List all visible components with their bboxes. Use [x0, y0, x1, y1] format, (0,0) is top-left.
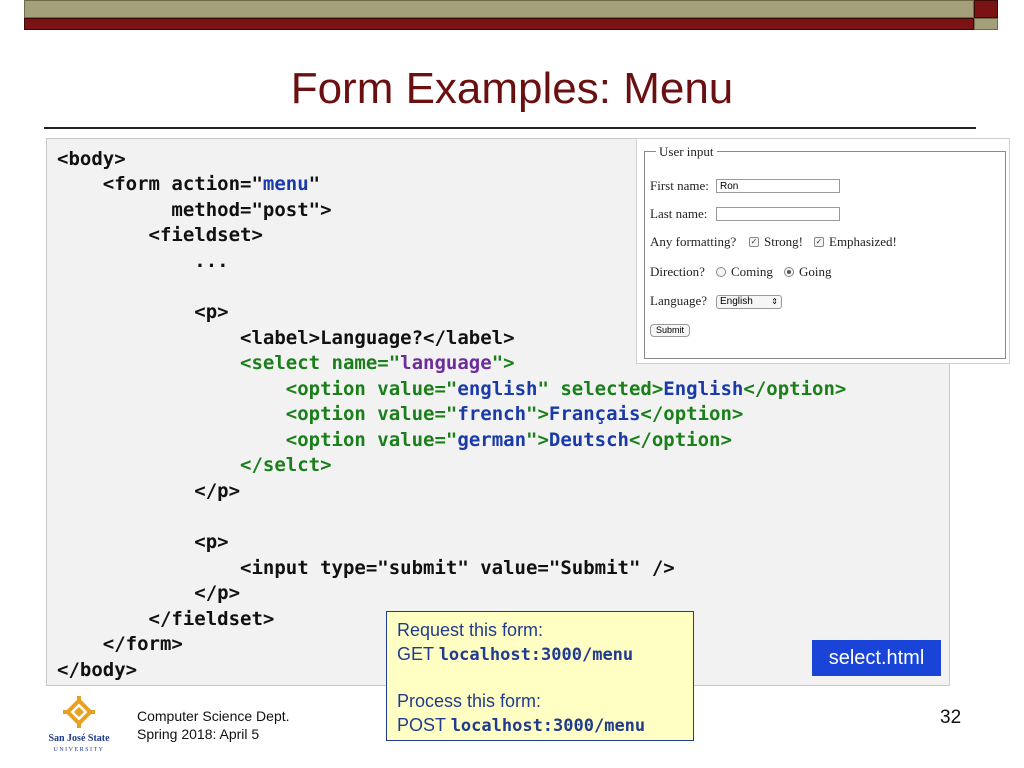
- coming-radio[interactable]: [716, 267, 726, 277]
- footer-term: Spring 2018: April 5: [137, 726, 260, 742]
- fieldset-legend: User input: [656, 144, 717, 160]
- code-line-10: <option value="french">Français</option>: [57, 403, 744, 425]
- first-name-label: First name:: [650, 178, 709, 193]
- sjsu-logo-icon: San José State UNIVERSITY: [48, 696, 110, 753]
- logo-text-line2: UNIVERSITY: [54, 747, 105, 753]
- language-select-value: English: [720, 296, 753, 307]
- code-line-16: </p>: [57, 582, 241, 604]
- language-select[interactable]: English ⇕: [716, 295, 782, 309]
- code-line-12: </selct>: [57, 454, 332, 476]
- code-line-19: </body>: [57, 659, 138, 681]
- code-line-17: </fieldset>: [57, 608, 275, 630]
- code-line-3: method="post">: [57, 199, 332, 221]
- file-name-badge: select.html: [812, 640, 941, 676]
- last-name-input[interactable]: [716, 207, 840, 221]
- request-line: Request this form:: [397, 620, 544, 640]
- post-url: localhost:3000/menu: [450, 716, 646, 736]
- post-line: POST localhost:3000/menu: [397, 715, 646, 736]
- code-line-9: <option value="english" selected>English…: [57, 378, 847, 400]
- direction-label: Direction?: [650, 264, 705, 279]
- code-line-7: <label>Language?</label>: [57, 327, 515, 349]
- select-arrows-icon: ⇕: [771, 297, 778, 306]
- code-line-2: <form action="menu": [57, 173, 321, 195]
- title-divider: [44, 127, 976, 129]
- emphasized-label: Emphasized!: [829, 234, 897, 249]
- code-line-15: <input type="submit" value="Submit" />: [57, 557, 675, 579]
- page-number: 32: [940, 707, 962, 728]
- language-label: Language?: [650, 293, 708, 308]
- code-line-13: </p>: [57, 480, 241, 502]
- code-line-18: </form>: [57, 633, 183, 655]
- user-input-preview: User input First name: Ron Last name: An…: [636, 138, 1010, 364]
- footer-dept: Computer Science Dept.: [137, 708, 290, 724]
- code-line-14: <p>: [57, 531, 229, 553]
- code-line-8: <select name="language">: [57, 352, 515, 374]
- formatting-label: Any formatting?: [650, 234, 737, 249]
- get-url: localhost:3000/menu: [438, 645, 634, 665]
- going-radio[interactable]: [784, 267, 794, 277]
- strong-label: Strong!: [764, 234, 803, 249]
- top-decor-bar: [24, 0, 974, 18]
- code-line-1: <body>: [57, 148, 126, 170]
- first-name-input[interactable]: Ron: [716, 179, 840, 193]
- coming-label: Coming: [731, 264, 773, 279]
- logo-text-line1: San José State: [48, 733, 110, 744]
- top-decor-square: [974, 0, 998, 18]
- request-callout: Request this form: GET localhost:3000/me…: [386, 611, 694, 741]
- code-line-11: <option value="german">Deutsch</option>: [57, 429, 732, 451]
- get-line: GET localhost:3000/menu: [397, 644, 634, 665]
- user-input-fieldset: User input First name: Ron Last name: An…: [644, 144, 1006, 359]
- going-label: Going: [799, 264, 832, 279]
- last-name-label: Last name:: [650, 206, 708, 221]
- code-line-5: ...: [57, 250, 229, 272]
- code-line-4: <fieldset>: [57, 224, 263, 246]
- submit-button[interactable]: Submit: [650, 324, 690, 337]
- top-decor-bar-dark: [24, 18, 974, 30]
- strong-checkbox[interactable]: ✓: [749, 237, 759, 247]
- process-line: Process this form:: [397, 691, 542, 711]
- slide-title: Form Examples: Menu: [290, 64, 734, 113]
- code-line-6: <p>: [57, 301, 229, 323]
- emphasized-checkbox[interactable]: ✓: [814, 237, 824, 247]
- top-decor-square-light: [974, 18, 998, 30]
